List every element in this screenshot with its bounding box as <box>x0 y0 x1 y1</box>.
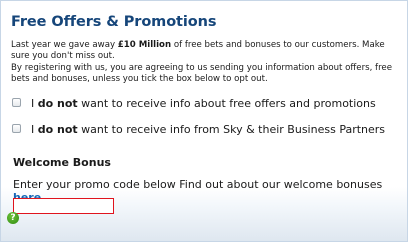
welcome-bonus-heading: Welcome Bonus <box>13 156 111 169</box>
panel-title: Free Offers & Promotions <box>11 14 217 30</box>
opt-out-partners[interactable]: I do not want to receive info from Sky &… <box>12 123 385 136</box>
label-suffix: want to receive info about free offers a… <box>77 97 376 110</box>
opt-out-partners-label: I do not want to receive info from Sky &… <box>31 123 385 136</box>
label-suffix: want to receive info from Sky & their Bu… <box>77 123 386 136</box>
promo-code-input[interactable] <box>13 198 114 214</box>
intro-amount: £10 Million <box>117 40 172 50</box>
intro-paragraph: Last year we gave away £10 Million of fr… <box>11 40 399 62</box>
intro-text-before: Last year we gave away <box>11 40 118 50</box>
question-mark-icon[interactable]: ? <box>7 212 19 224</box>
label-prefix: I <box>31 97 38 110</box>
opt-out-free-offers[interactable]: I do not want to receive info about free… <box>12 97 376 110</box>
label-emphasis: do not <box>37 123 78 136</box>
opt-out-partners-checkbox[interactable] <box>12 124 21 133</box>
promo-instructions-text: Enter your promo code below Find out abo… <box>13 178 383 191</box>
free-offers-panel: Free Offers & Promotions Last year we ga… <box>0 0 408 242</box>
opt-out-free-offers-checkbox[interactable] <box>12 98 21 107</box>
label-prefix: I <box>31 123 38 136</box>
opt-out-free-offers-label: I do not want to receive info about free… <box>31 97 376 110</box>
label-emphasis: do not <box>37 97 78 110</box>
consent-note: By registering with us, you are agreeing… <box>11 63 393 84</box>
